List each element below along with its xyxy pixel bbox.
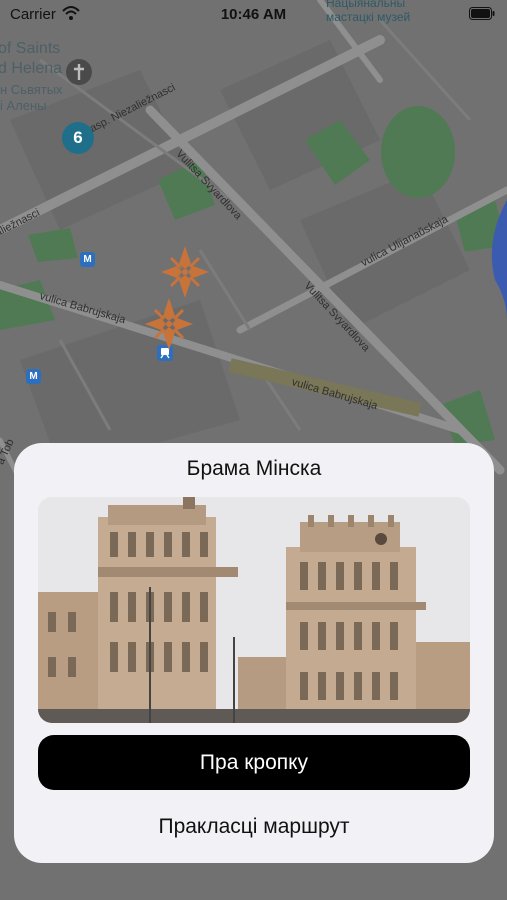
about-place-button[interactable]: Пра кропку xyxy=(38,735,470,790)
app-screen: prasp. Niezaliežnasci aliežnasci Vulitsa… xyxy=(0,0,507,900)
city-gates-photo xyxy=(38,497,470,723)
poi-label-church: d Helena xyxy=(0,60,63,77)
status-time: 10:46 AM xyxy=(220,6,287,23)
status-bar: Carrier 10:46 AM xyxy=(0,0,507,30)
build-route-button[interactable]: Праклaсці маршрут xyxy=(38,805,470,849)
metro-icon[interactable]: M xyxy=(26,369,41,384)
cluster-count: 6 xyxy=(73,128,83,147)
metro-icon[interactable]: M xyxy=(80,252,95,267)
cluster-badge[interactable]: 6 xyxy=(62,122,94,154)
battery-icon xyxy=(469,7,495,20)
poi-label-church-local: і Алены xyxy=(0,98,47,113)
place-title: Брама Мінска xyxy=(186,457,322,480)
place-marker-icon[interactable] xyxy=(144,297,194,351)
place-marker-icon[interactable] xyxy=(160,245,210,299)
place-photo xyxy=(38,497,470,723)
poi-label-church-local: н Сьвятых xyxy=(0,82,63,97)
poi-label-church: of Saints xyxy=(0,40,61,57)
place-card: Брама Мінска Пра кропку Праклaсці маршру… xyxy=(14,443,494,863)
church-pin-icon[interactable] xyxy=(65,58,93,86)
